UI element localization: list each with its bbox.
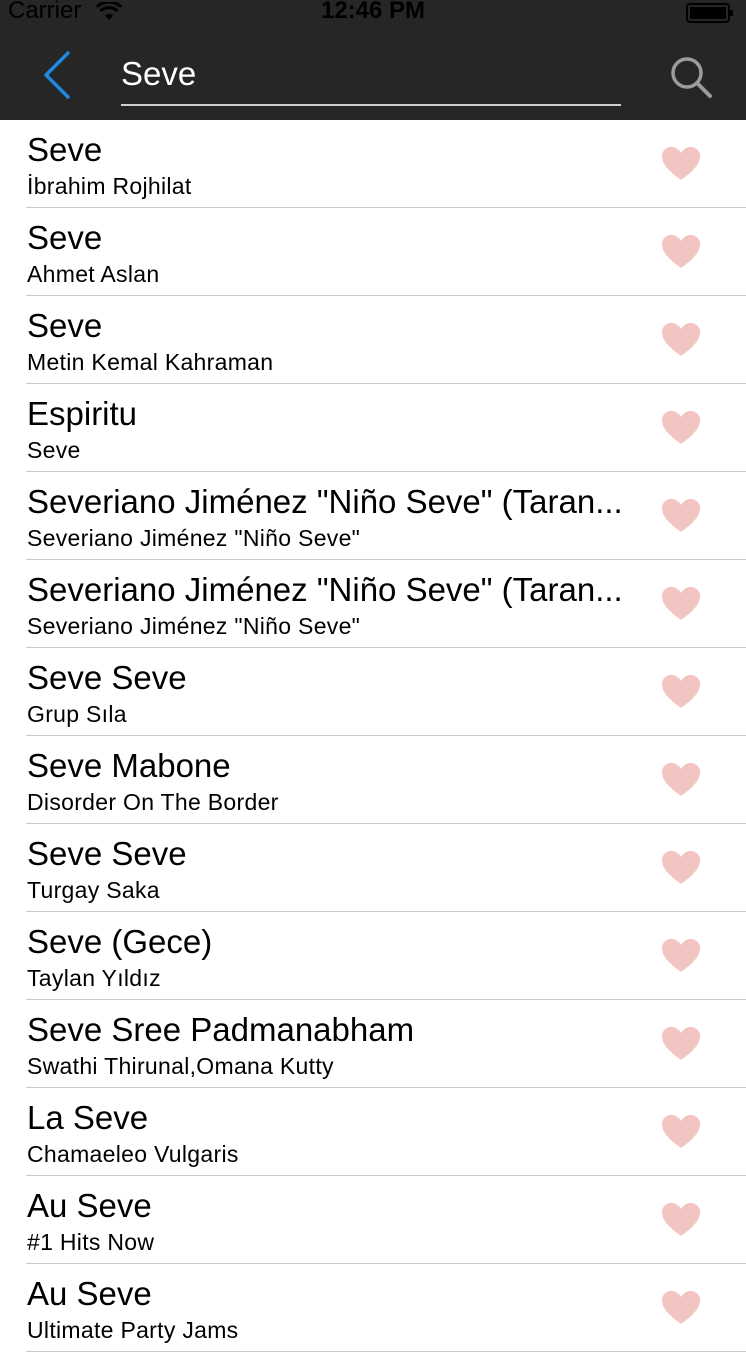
artist-name: Taylan Yıldız <box>27 965 161 991</box>
song-title: Seve <box>27 131 103 168</box>
search-underline <box>121 104 621 106</box>
list-item[interactable]: Seve Metin Kemal Kahraman <box>0 296 746 384</box>
song-title: Severiano Jiménez "Niño Seve" (Taran... <box>27 571 623 608</box>
heart-icon[interactable] <box>661 1202 701 1238</box>
status-time: 12:46 PM <box>320 0 426 24</box>
song-title: Au Seve <box>27 1275 152 1312</box>
heart-icon[interactable] <box>661 498 701 534</box>
search-button[interactable] <box>668 54 714 100</box>
list-item[interactable]: Seve Mabone Disorder On The Border <box>0 736 746 824</box>
artist-name: Turgay Saka <box>27 877 160 903</box>
search-icon <box>671 57 712 98</box>
artist-name: İbrahim Rojhilat <box>27 173 192 199</box>
list-item[interactable]: Seve Seve Turgay Saka <box>0 824 746 912</box>
song-title: Seve Sree Padmanabham <box>27 1011 415 1048</box>
heart-icon[interactable] <box>661 586 701 622</box>
song-title: Seve (Gece) <box>27 923 213 960</box>
artist-name: Ultimate Party Jams <box>27 1317 239 1343</box>
list-item[interactable]: La Seve Chamaeleo Vulgaris <box>0 1088 746 1176</box>
list-item[interactable]: Seve Seve Grup Sıla <box>0 648 746 736</box>
list-item[interactable]: Severiano Jiménez "Niño Seve" (Taran... … <box>0 472 746 560</box>
list-item[interactable]: Espiritu Seve <box>0 384 746 472</box>
artist-name: Seve <box>27 437 81 463</box>
list-item[interactable]: Au Seve Ultimate Party Jams <box>0 1264 746 1352</box>
song-title: Seve <box>27 307 103 344</box>
song-title: Seve Seve <box>27 659 187 696</box>
song-title: Seve Mabone <box>27 747 231 784</box>
song-title: Seve <box>27 219 103 256</box>
list-item[interactable]: Severiano Jiménez "Niño Seve" (Taran... … <box>0 560 746 648</box>
heart-icon[interactable] <box>661 322 701 358</box>
list-item[interactable]: Au Seve #1 Hits Now <box>0 1176 746 1264</box>
search-field[interactable] <box>121 52 621 106</box>
artist-name: Severiano Jiménez "Niño Seve" <box>27 525 361 551</box>
heart-icon[interactable] <box>661 850 701 886</box>
results-list: Seve İbrahim Rojhilat Seve Ahmet Aslan S… <box>0 120 746 1352</box>
artist-name: Severiano Jiménez "Niño Seve" <box>27 613 361 639</box>
list-item[interactable]: Seve Sree Padmanabham Swathi Thirunal,Om… <box>0 1000 746 1088</box>
chevron-left-icon <box>44 51 70 99</box>
artist-name: Ahmet Aslan <box>27 261 160 287</box>
heart-icon[interactable] <box>661 762 701 798</box>
song-title: Au Seve <box>27 1187 152 1224</box>
battery-icon <box>686 3 733 23</box>
song-title: Seve Seve <box>27 835 187 872</box>
artist-name: Swathi Thirunal,Omana Kutty <box>27 1053 334 1079</box>
heart-icon[interactable] <box>661 410 701 446</box>
heart-icon[interactable] <box>661 938 701 974</box>
heart-icon[interactable] <box>661 1114 701 1150</box>
back-button[interactable] <box>38 50 74 100</box>
artist-name: Metin Kemal Kahraman <box>27 349 274 375</box>
heart-icon[interactable] <box>661 1290 701 1326</box>
heart-icon[interactable] <box>661 146 701 182</box>
heart-icon[interactable] <box>661 674 701 710</box>
artist-name: Grup Sıla <box>27 701 127 727</box>
artist-name: Disorder On The Border <box>27 789 279 815</box>
heart-icon[interactable] <box>661 234 701 270</box>
artist-name: #1 Hits Now <box>27 1229 155 1255</box>
list-item[interactable]: Seve (Gece) Taylan Yıldız <box>0 912 746 1000</box>
status-bar: Carrier 12:46 PM <box>0 0 746 28</box>
artist-name: Chamaeleo Vulgaris <box>27 1141 239 1167</box>
search-input[interactable] <box>121 52 621 96</box>
navigation-bar: Carrier 12:46 PM <box>0 0 746 120</box>
list-item[interactable]: Seve Ahmet Aslan <box>0 208 746 296</box>
song-title: La Seve <box>27 1099 149 1136</box>
song-title: Severiano Jiménez "Niño Seve" (Taran... <box>27 483 623 520</box>
heart-icon[interactable] <box>661 1026 701 1062</box>
song-title: Espiritu <box>27 395 138 432</box>
list-item[interactable]: Seve İbrahim Rojhilat <box>0 120 746 208</box>
